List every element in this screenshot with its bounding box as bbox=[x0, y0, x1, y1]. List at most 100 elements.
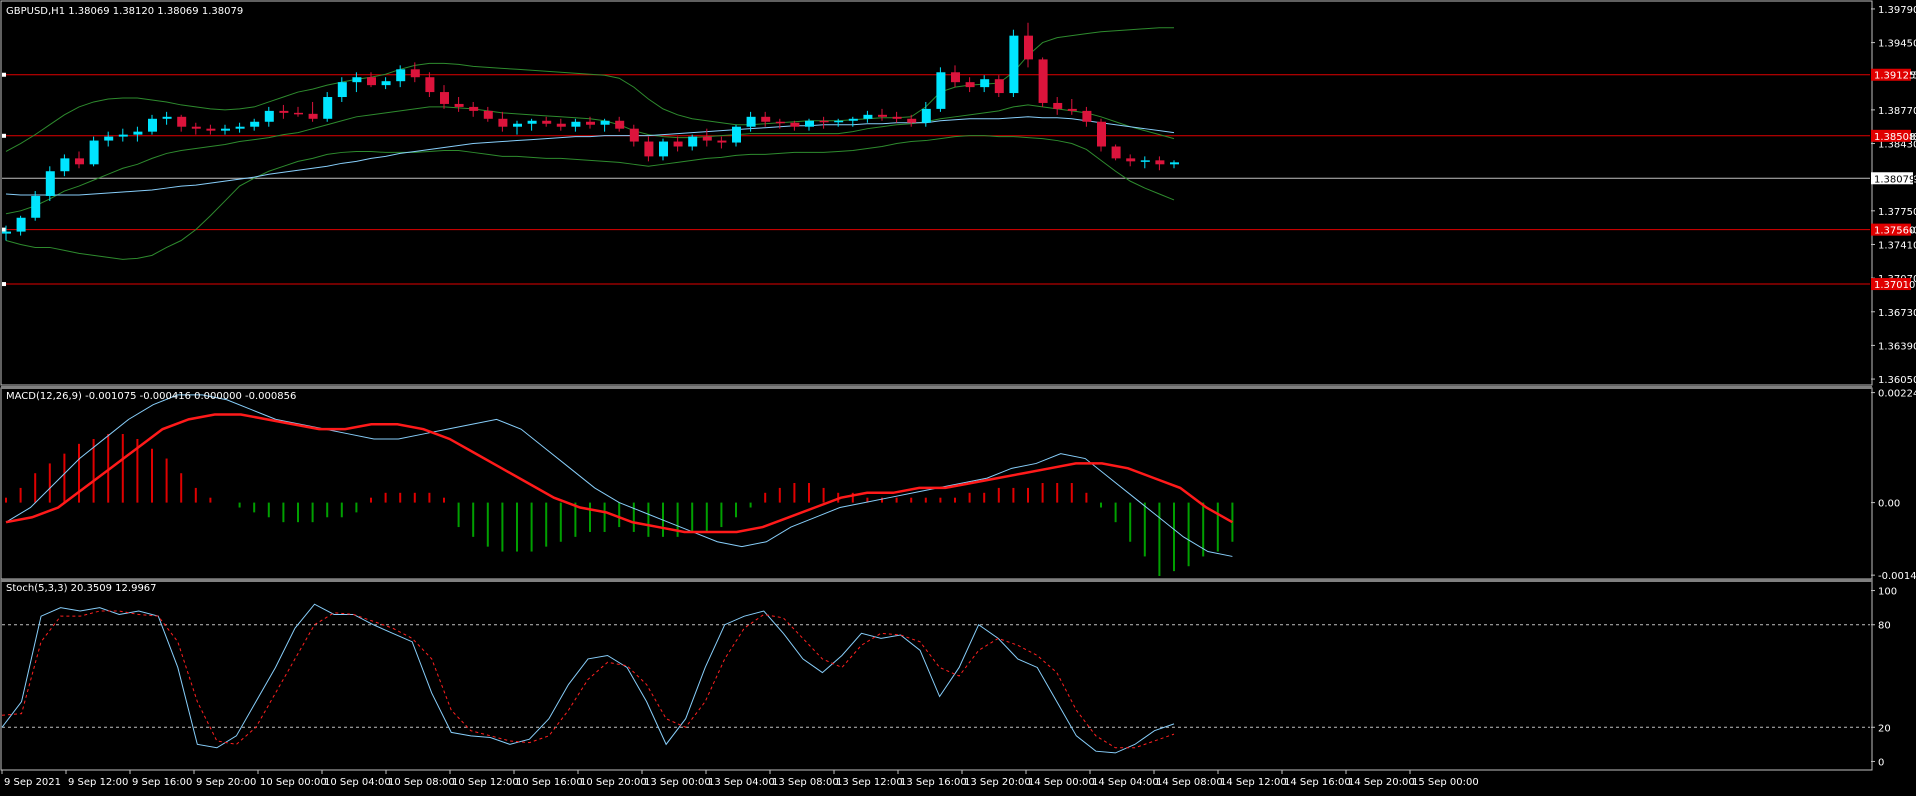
macd-axis-label: 0.002247 bbox=[1878, 389, 1916, 400]
bull-candle bbox=[513, 123, 522, 127]
bull-candle bbox=[162, 116, 172, 119]
price-axis-label: 1.37750 bbox=[1878, 207, 1916, 218]
level-price-label: 1.37560 bbox=[1874, 226, 1915, 237]
time-axis-label: 10 Sep 20:00 bbox=[580, 777, 647, 788]
bull-candle bbox=[921, 108, 931, 123]
time-axis-label: 10 Sep 00:00 bbox=[260, 777, 327, 788]
time-axis-label: 14 Sep 12:00 bbox=[1220, 777, 1287, 788]
bear-candle bbox=[1126, 158, 1136, 162]
bear-candle bbox=[1082, 110, 1092, 122]
bull-candle bbox=[45, 171, 55, 196]
level-handle[interactable] bbox=[2, 282, 6, 287]
bull-candle bbox=[527, 120, 537, 124]
bear-candle bbox=[191, 126, 201, 129]
price-axis-label: 1.36050 bbox=[1878, 375, 1916, 386]
bear-candle bbox=[498, 118, 508, 127]
time-axis-label: 13 Sep 20:00 bbox=[964, 777, 1031, 788]
price-chart-title: GBPUSD,H1 1.38069 1.38120 1.38069 1.3807… bbox=[6, 6, 243, 17]
bear-candle bbox=[907, 118, 917, 123]
time-axis-label: 9 Sep 20:00 bbox=[196, 777, 256, 788]
time-axis-label: 9 Sep 16:00 bbox=[132, 777, 192, 788]
macd-title: MACD(12,26,9) -0.001075 -0.000416 0.0000… bbox=[6, 391, 296, 402]
bear-candle bbox=[1111, 146, 1121, 159]
time-axis-label: 15 Sep 00:00 bbox=[1412, 777, 1479, 788]
bull-candle bbox=[1170, 162, 1179, 165]
bear-candle bbox=[1053, 102, 1063, 109]
time-axis-label: 13 Sep 12:00 bbox=[836, 777, 903, 788]
time-axis-label: 9 Sep 2021 bbox=[4, 777, 61, 788]
bear-candle bbox=[279, 110, 289, 113]
price-axis-label: 1.38770 bbox=[1878, 106, 1916, 117]
bull-candle bbox=[848, 118, 858, 121]
bear-candle bbox=[469, 106, 479, 111]
bear-candle bbox=[790, 122, 800, 127]
bull-candle bbox=[688, 136, 698, 147]
panel-separator[interactable] bbox=[1, 386, 1872, 389]
macd-axis-label: 0.00 bbox=[1878, 499, 1900, 510]
bull-candle bbox=[31, 195, 41, 218]
time-axis-label: 14 Sep 00:00 bbox=[1028, 777, 1095, 788]
bear-candle bbox=[892, 116, 902, 119]
time-axis-label: 13 Sep 04:00 bbox=[708, 777, 775, 788]
bull-candle bbox=[221, 128, 230, 131]
bull-candle bbox=[659, 141, 668, 157]
stoch-axis-label: 100 bbox=[1878, 587, 1897, 598]
bull-candle bbox=[980, 79, 990, 88]
bear-candle bbox=[75, 158, 84, 165]
trading-chart-window[interactable]: 1.397901.394501.391251.387701.385081.384… bbox=[0, 0, 1916, 792]
time-axis-label: 10 Sep 16:00 bbox=[516, 777, 583, 788]
bear-candle bbox=[761, 116, 771, 122]
bull-candle bbox=[600, 120, 610, 125]
bear-candle bbox=[717, 140, 727, 143]
bull-candle bbox=[805, 120, 814, 127]
bull-candle bbox=[118, 134, 128, 137]
bull-candle bbox=[381, 81, 391, 86]
bear-candle bbox=[1097, 121, 1106, 147]
bear-candle bbox=[673, 141, 683, 147]
bear-candle bbox=[542, 120, 552, 124]
level-price-label: 1.37010 bbox=[1874, 280, 1915, 291]
price-axis-label: 1.39450 bbox=[1878, 39, 1916, 50]
bear-candle bbox=[410, 69, 420, 78]
stoch-k-line bbox=[1, 603, 1175, 754]
bear-candle bbox=[629, 128, 639, 142]
time-axis-label: 10 Sep 12:00 bbox=[452, 777, 519, 788]
bear-candle bbox=[994, 79, 1004, 94]
chart-canvas[interactable]: 1.397901.394501.391251.387701.385081.384… bbox=[0, 0, 1916, 792]
bull-candle bbox=[89, 140, 99, 165]
bear-candle bbox=[878, 114, 887, 117]
bear-candle bbox=[1067, 108, 1077, 111]
panel-separator[interactable] bbox=[1, 579, 1872, 582]
time-axis-label: 10 Sep 08:00 bbox=[388, 777, 455, 788]
level-handle[interactable] bbox=[2, 72, 6, 77]
stoch-title: Stoch(5,3,3) 20.3509 12.9967 bbox=[6, 583, 157, 594]
bull-candle bbox=[235, 126, 245, 129]
bull-candle bbox=[2, 231, 11, 234]
time-axis-label: 13 Sep 08:00 bbox=[772, 777, 839, 788]
current-price-label: 1.38079 bbox=[1874, 174, 1915, 185]
price-axis-label: 1.36390 bbox=[1878, 341, 1916, 352]
time-axis-label: 10 Sep 04:00 bbox=[324, 777, 391, 788]
level-handle[interactable] bbox=[2, 227, 6, 232]
bull-candle bbox=[936, 72, 946, 109]
bull-candle bbox=[396, 69, 406, 82]
bear-candle bbox=[294, 112, 303, 115]
stoch-panel-frame bbox=[0, 579, 1873, 771]
bull-candle bbox=[16, 217, 26, 232]
level-handle[interactable] bbox=[2, 133, 6, 138]
bull-candle bbox=[352, 77, 362, 83]
bull-candle bbox=[250, 121, 260, 127]
bear-candle bbox=[440, 92, 449, 104]
bear-candle bbox=[965, 82, 975, 88]
time-axis-label: 13 Sep 16:00 bbox=[900, 777, 967, 788]
time-axis-label: 14 Sep 04:00 bbox=[1092, 777, 1159, 788]
time-axis-label: 14 Sep 16:00 bbox=[1284, 777, 1351, 788]
bull-candle bbox=[337, 82, 347, 98]
bear-candle bbox=[615, 120, 625, 129]
bear-candle bbox=[644, 141, 654, 157]
bear-candle bbox=[425, 77, 435, 93]
time-axis-label: 14 Sep 08:00 bbox=[1156, 777, 1223, 788]
bear-candle bbox=[177, 116, 187, 127]
bull-candle bbox=[148, 118, 157, 132]
bear-candle bbox=[1155, 160, 1165, 165]
